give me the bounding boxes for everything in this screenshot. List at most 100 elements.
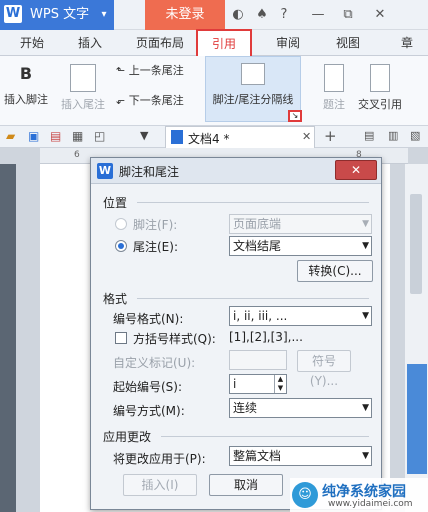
convert-button[interactable]: 转换(C)... [297, 260, 373, 282]
tab-view[interactable]: 视图 [326, 30, 370, 56]
start-number-label: 起始编号(S): [113, 380, 183, 394]
caption-button[interactable]: 题注 [316, 64, 352, 112]
footnote-radio[interactable] [115, 218, 127, 230]
preview-icon[interactable]: ◰ [94, 129, 105, 143]
footnote-label: 插入脚注 [4, 93, 48, 106]
tab-references[interactable]: 引用 [196, 29, 252, 57]
next-endnote-button[interactable]: ⬐ 下一条尾注 [116, 92, 202, 108]
custom-mark-input[interactable] [229, 350, 287, 370]
custom-mark-label: 自定义标记(U): [113, 356, 196, 370]
skin-icon[interactable]: ◐ [230, 7, 246, 23]
tab-home[interactable]: 开始 [10, 30, 54, 56]
numbering-label: 编号方式(M): [113, 404, 185, 418]
chevron-down-icon: ▼ [362, 241, 369, 251]
cross-reference-button[interactable]: 交叉引用 [352, 64, 408, 112]
vertical-scrollbar[interactable] [404, 164, 428, 512]
minimize-icon[interactable]: — [310, 7, 326, 23]
chevron-down-icon: ▼ [362, 311, 369, 321]
caption-label: 题注 [323, 98, 345, 111]
cross-reference-icon [370, 64, 390, 92]
divider [161, 436, 369, 437]
side-panel-tab[interactable] [407, 364, 427, 474]
title-bar: W WPS 文字 ▾ 未登录 ◐ ♠ ? — ⧉ ✕ [0, 0, 428, 30]
close-tab-icon[interactable]: ✕ [302, 130, 311, 143]
footnote-position-select[interactable]: 页面底端 ▼ [229, 214, 372, 234]
insert-button[interactable]: 插入(I) [123, 474, 197, 496]
next-endnote-icon: ⬐ [116, 94, 126, 107]
chevron-down-icon: ▼ [362, 451, 369, 461]
new-tab-icon[interactable]: + [324, 127, 337, 145]
toolbar-icon-c[interactable]: ▧ [410, 129, 420, 142]
bracket-style-checkbox[interactable] [115, 332, 127, 344]
login-button[interactable]: 未登录 [145, 0, 225, 30]
footnote-icon: B [19, 64, 33, 83]
symbol-button[interactable]: 符号(Y)... [297, 350, 351, 388]
insert-endnote-button[interactable]: 插入尾注 [58, 64, 108, 112]
numbering-value: 连续 [233, 401, 258, 415]
prev-endnote-button[interactable]: ⬑ 上一条尾注 [116, 62, 202, 78]
endnote-icon [70, 64, 96, 92]
section-apply-changes: 应用更改 [103, 430, 152, 444]
dialog-title: 脚注和尾注 [119, 165, 180, 179]
tab-insert[interactable]: 插入 [68, 30, 112, 56]
chevron-down-icon: ▼ [362, 403, 369, 413]
separator-icon [241, 63, 265, 85]
dialog-close-button[interactable]: ✕ [335, 160, 377, 180]
numbering-select[interactable]: 连续 ▼ [229, 398, 372, 418]
separator-line-button[interactable]: 脚注/尾注分隔线 [205, 56, 301, 122]
divider [137, 298, 369, 299]
start-number-input[interactable]: i ▲ ▼ [229, 374, 287, 394]
footnote-endnote-dialog: W 脚注和尾注 ✕ 位置 脚注(F): 页面底端 ▼ 尾注(E): 文档结尾 ▼… [90, 157, 382, 510]
ruler-mark-left: 6 [74, 150, 80, 160]
dropdown-icon[interactable]: ▼ [140, 129, 148, 142]
document-icon [171, 130, 183, 144]
help-icon[interactable]: ? [276, 7, 292, 23]
ribbon: B 插入脚注 插入尾注 ⬑ 上一条尾注 ⬐ 下一条尾注 脚注/尾注分隔线 题注 … [0, 56, 428, 126]
footnote-position-value: 页面底端 [233, 217, 282, 231]
apply-to-label: 将更改应用于(P): [113, 452, 206, 466]
insert-footnote-button[interactable]: B 插入脚注 [4, 64, 48, 107]
shirt-icon[interactable]: ♠ [254, 7, 270, 23]
pdf-icon[interactable]: ▤ [50, 129, 61, 143]
wps-logo-icon: W [4, 5, 22, 23]
tab-page-layout[interactable]: 页面布局 [128, 30, 192, 56]
bracket-style-example: [1],[2],[3],... [229, 330, 303, 344]
caption-icon [324, 64, 344, 92]
dialog-title-bar[interactable]: W 脚注和尾注 ✕ [91, 158, 381, 184]
document-tab[interactable]: 文档4 * ✕ [165, 126, 315, 148]
endnote-position-select[interactable]: 文档结尾 ▼ [229, 236, 372, 256]
endnote-position-value: 文档结尾 [233, 239, 282, 253]
tab-review[interactable]: 审阅 [266, 30, 310, 56]
next-endnote-label: 下一条尾注 [128, 94, 184, 107]
watermark-name: 纯净系统家园 [322, 484, 406, 500]
tab-chapter[interactable]: 章 [392, 30, 422, 56]
insert-endnote-label: 插入尾注 [61, 98, 105, 111]
restore-icon[interactable]: ⧉ [340, 7, 356, 23]
watermark: ☺ 纯净系统家园 www.yidaimei.com [290, 478, 428, 512]
apply-to-select[interactable]: 整篇文档 ▼ [229, 446, 372, 466]
separator-label: 脚注/尾注分隔线 [212, 93, 294, 106]
spinner-icon[interactable]: ▲ ▼ [274, 375, 286, 393]
ribbon-tab-bar: 开始 插入 页面布局 引用 审阅 视图 章 [0, 29, 428, 57]
cancel-button[interactable]: 取消 [209, 474, 283, 496]
cross-reference-label: 交叉引用 [358, 98, 402, 111]
vertical-ruler[interactable] [0, 164, 16, 512]
endnote-radio[interactable] [115, 240, 127, 252]
app-title[interactable]: WPS 文字 [26, 6, 94, 24]
watermark-logo-icon: ☺ [292, 482, 318, 508]
print-icon[interactable]: ▦ [72, 129, 83, 143]
toolbar-icon-a[interactable]: ▤ [364, 129, 374, 142]
dialog-launcher-icon[interactable]: ↘ [288, 110, 302, 122]
save-icon[interactable]: ▣ [28, 129, 39, 143]
wps-logo-icon: W [97, 163, 113, 179]
close-icon[interactable]: ✕ [372, 7, 388, 23]
chevron-down-icon[interactable]: ▾ [94, 0, 114, 30]
open-folder-icon[interactable]: ▰ [6, 129, 15, 143]
number-format-select[interactable]: i, ii, iii, ... ▼ [229, 306, 372, 326]
number-format-value: i, ii, iii, ... [233, 309, 288, 323]
toolbar-icon-b[interactable]: ▥ [388, 129, 398, 142]
prev-endnote-icon: ⬑ [116, 64, 126, 77]
scrollbar-thumb[interactable] [410, 194, 422, 294]
footnote-label: 脚注(F): [133, 218, 178, 232]
divider [137, 202, 369, 203]
